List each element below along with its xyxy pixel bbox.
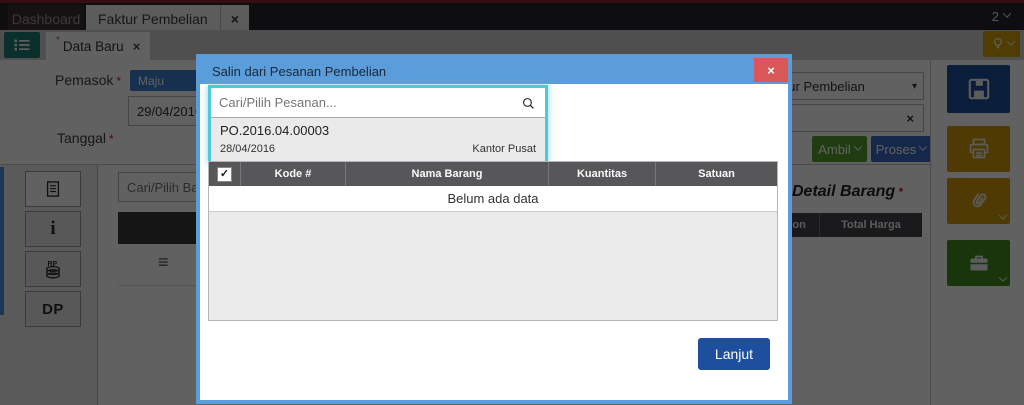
app-screen: Dashboard Faktur Pembelian × 2 * Data Ba… <box>0 0 1024 405</box>
modal-close-button[interactable]: × <box>754 58 788 82</box>
pesanan-table-header: ✓ Kode # Nama Barang Kuantitas Satuan <box>209 162 777 186</box>
pesanan-number: PO.2016.04.00003 <box>220 123 330 138</box>
salin-pesanan-modal: Salin dari Pesanan Pembelian × PO.2016.0… <box>196 54 792 404</box>
search-icon[interactable] <box>520 95 537 112</box>
column-nama-barang: Nama Barang <box>346 162 549 186</box>
empty-state-text: Belum ada data <box>209 186 777 212</box>
close-icon: × <box>767 62 775 78</box>
modal-header: Salin dari Pesanan Pembelian <box>200 58 788 84</box>
pesanan-search-input[interactable] <box>211 88 545 118</box>
pesanan-result-item[interactable]: PO.2016.04.00003 28/04/2016 Kantor Pusat <box>211 118 545 161</box>
pesanan-items-table: ✓ Kode # Nama Barang Kuantitas Satuan Be… <box>208 161 778 321</box>
pesanan-combobox: PO.2016.04.00003 28/04/2016 Kantor Pusat <box>208 85 548 164</box>
column-satuan: Satuan <box>698 168 735 180</box>
select-all-checkbox[interactable]: ✓ <box>217 166 232 182</box>
modal-title: Salin dari Pesanan Pembelian <box>212 63 387 79</box>
column-kuantitas: Kuantitas <box>549 162 656 186</box>
pesanan-branch: Kantor Pusat <box>472 143 536 155</box>
column-kode: Kode # <box>241 162 346 186</box>
pesanan-date: 28/04/2016 <box>220 143 276 155</box>
lanjut-button[interactable]: Lanjut <box>698 338 770 370</box>
